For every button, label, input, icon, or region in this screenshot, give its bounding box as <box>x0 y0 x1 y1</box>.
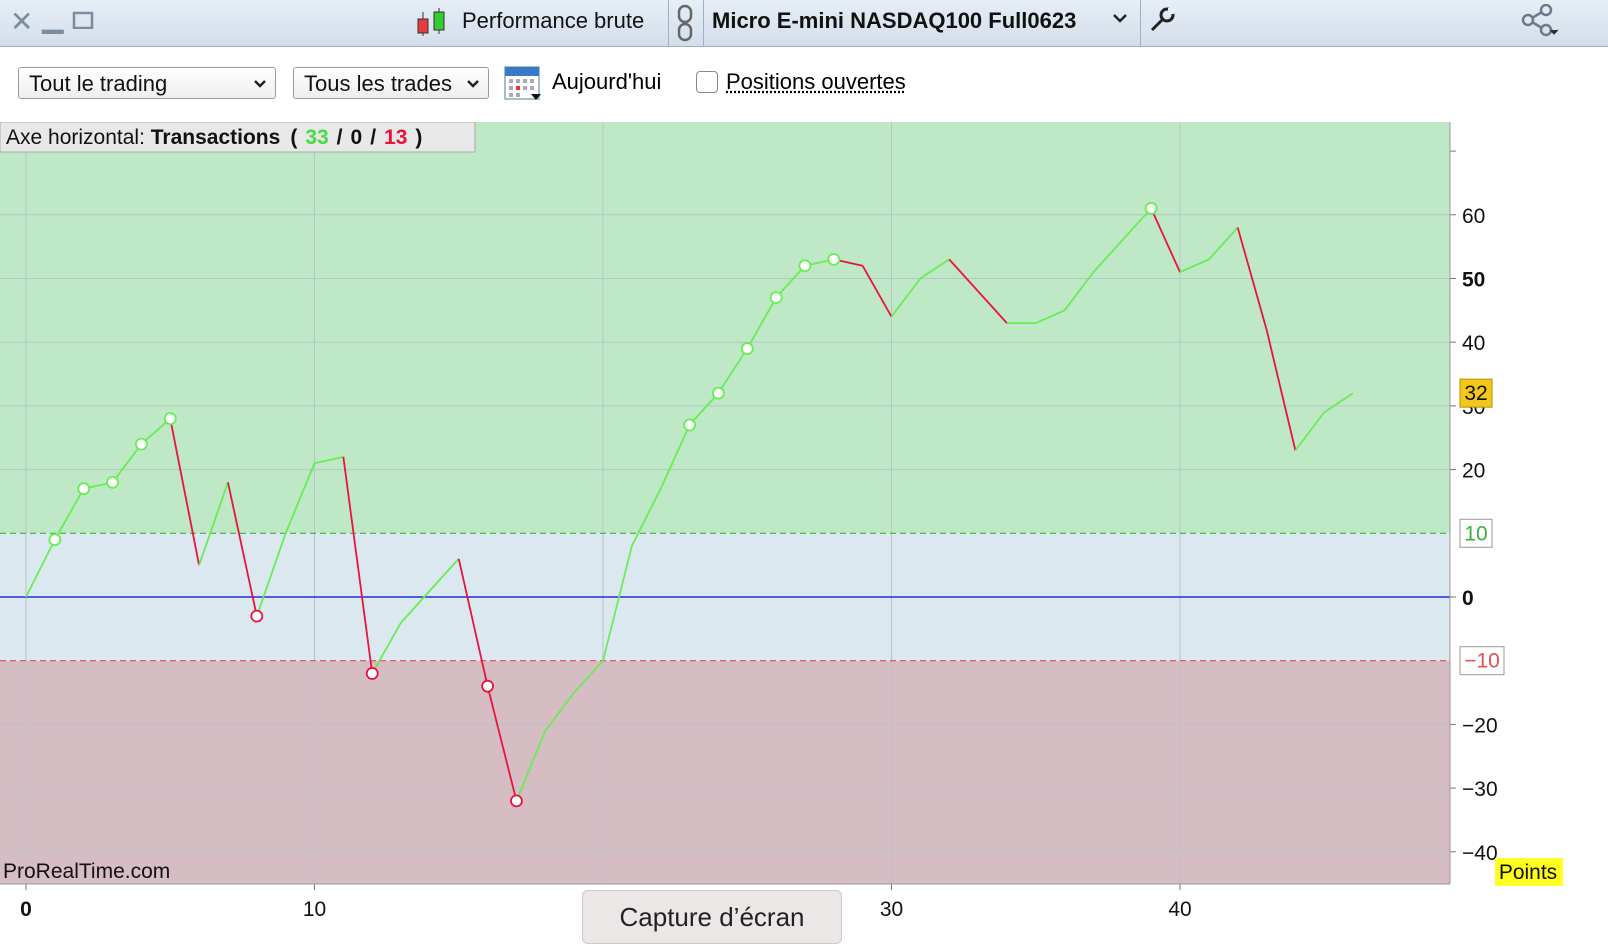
trade-marker <box>77 482 91 496</box>
trades-filter-value: Tous les trades <box>304 71 452 96</box>
info-close-paren: ) <box>415 126 422 149</box>
watermark: ProRealTime.com <box>3 860 170 883</box>
chevron-down-icon <box>253 68 267 112</box>
share-icon[interactable] <box>1520 3 1560 45</box>
trade-marker <box>740 342 754 355</box>
chevron-down-icon <box>466 68 480 112</box>
trades-filter-select[interactable]: Tous les trades <box>293 67 489 99</box>
open-positions-checkbox[interactable] <box>696 71 718 93</box>
y-tick-label: 40 <box>1462 332 1485 355</box>
calendar-icon[interactable] <box>503 63 543 108</box>
y-tick-label: −40 <box>1462 842 1498 865</box>
today-label[interactable]: Aujourd'hui <box>552 69 661 95</box>
instrument-selector[interactable]: Micro E-mini NASDAQ100 Full0623 <box>712 8 1076 34</box>
trade-marker <box>48 533 62 547</box>
trade-marker <box>481 679 495 693</box>
y-tick-label: 50 <box>1462 269 1485 292</box>
info-slash-2: / <box>370 126 376 149</box>
mode-label[interactable]: Performance brute <box>462 8 644 34</box>
trading-scope-select[interactable]: Tout le trading <box>18 67 276 99</box>
title-bar: ✕ ▁ Performance brute Micro E-mini NASDA… <box>0 0 1608 47</box>
trade-marker <box>365 667 379 680</box>
x-tick-label: 30 <box>880 898 903 920</box>
trading-scope-value: Tout le trading <box>29 71 168 96</box>
last-value-label: 32 <box>1464 382 1487 405</box>
units-label: Points <box>1499 861 1557 884</box>
screenshot-tooltip[interactable]: Capture d’écran <box>582 890 842 944</box>
profit-zone <box>0 122 1450 534</box>
trade-marker <box>683 418 696 432</box>
trade-marker <box>106 475 119 489</box>
toolbar: Tout le trading Tous les trades Aujourd'… <box>0 47 1608 123</box>
losing-count: 13 <box>384 126 407 149</box>
trade-marker <box>134 437 148 451</box>
y-tick-label: 60 <box>1462 205 1485 228</box>
trade-marker <box>1144 202 1158 215</box>
x-tick-label: 10 <box>303 898 326 920</box>
minimize-icon[interactable]: ▁ <box>42 2 64 34</box>
equity-chart[interactable]: 60504030200−20−30−40 0103040 10 −10 32 A… <box>0 122 1608 920</box>
lower-threshold-label: −10 <box>1464 650 1500 673</box>
neutral-count: 0 <box>351 126 363 149</box>
trade-marker <box>712 386 725 400</box>
x-tick-label: 40 <box>1168 898 1191 920</box>
trade-marker <box>510 794 523 808</box>
info-text: Axe horizontal: Transactions (33 / 0 / 13) <box>6 126 422 149</box>
info-open-paren: ( <box>290 126 297 149</box>
y-tick-label: −20 <box>1462 714 1498 737</box>
loss-zone <box>0 660 1450 884</box>
open-positions-label[interactable]: Positions ouvertes <box>726 69 906 95</box>
trade-marker <box>769 291 783 305</box>
upper-threshold-label: 10 <box>1464 522 1487 545</box>
info-slash-1: / <box>337 126 343 149</box>
y-tick-label: −30 <box>1462 778 1498 801</box>
close-icon[interactable]: ✕ <box>10 6 33 38</box>
info-axis-name: Transactions <box>151 126 281 149</box>
candlestick-icon[interactable] <box>414 6 448 45</box>
trade-marker <box>827 252 841 266</box>
chevron-down-icon[interactable] <box>1112 10 1128 31</box>
trade-marker <box>250 609 264 623</box>
wrench-icon[interactable] <box>1148 6 1176 39</box>
y-axis-ticks: 60504030200−20−30−40 <box>1450 150 1498 865</box>
trade-marker <box>163 412 177 426</box>
trade-marker <box>798 259 812 273</box>
y-tick-label: 20 <box>1462 460 1485 483</box>
winning-count: 33 <box>305 126 328 149</box>
link-icon[interactable] <box>676 4 694 47</box>
maximize-icon[interactable] <box>72 4 94 30</box>
x-tick-label: 0 <box>20 898 32 920</box>
y-tick-label: 0 <box>1462 587 1474 610</box>
info-prefix: Axe horizontal: <box>6 126 151 149</box>
